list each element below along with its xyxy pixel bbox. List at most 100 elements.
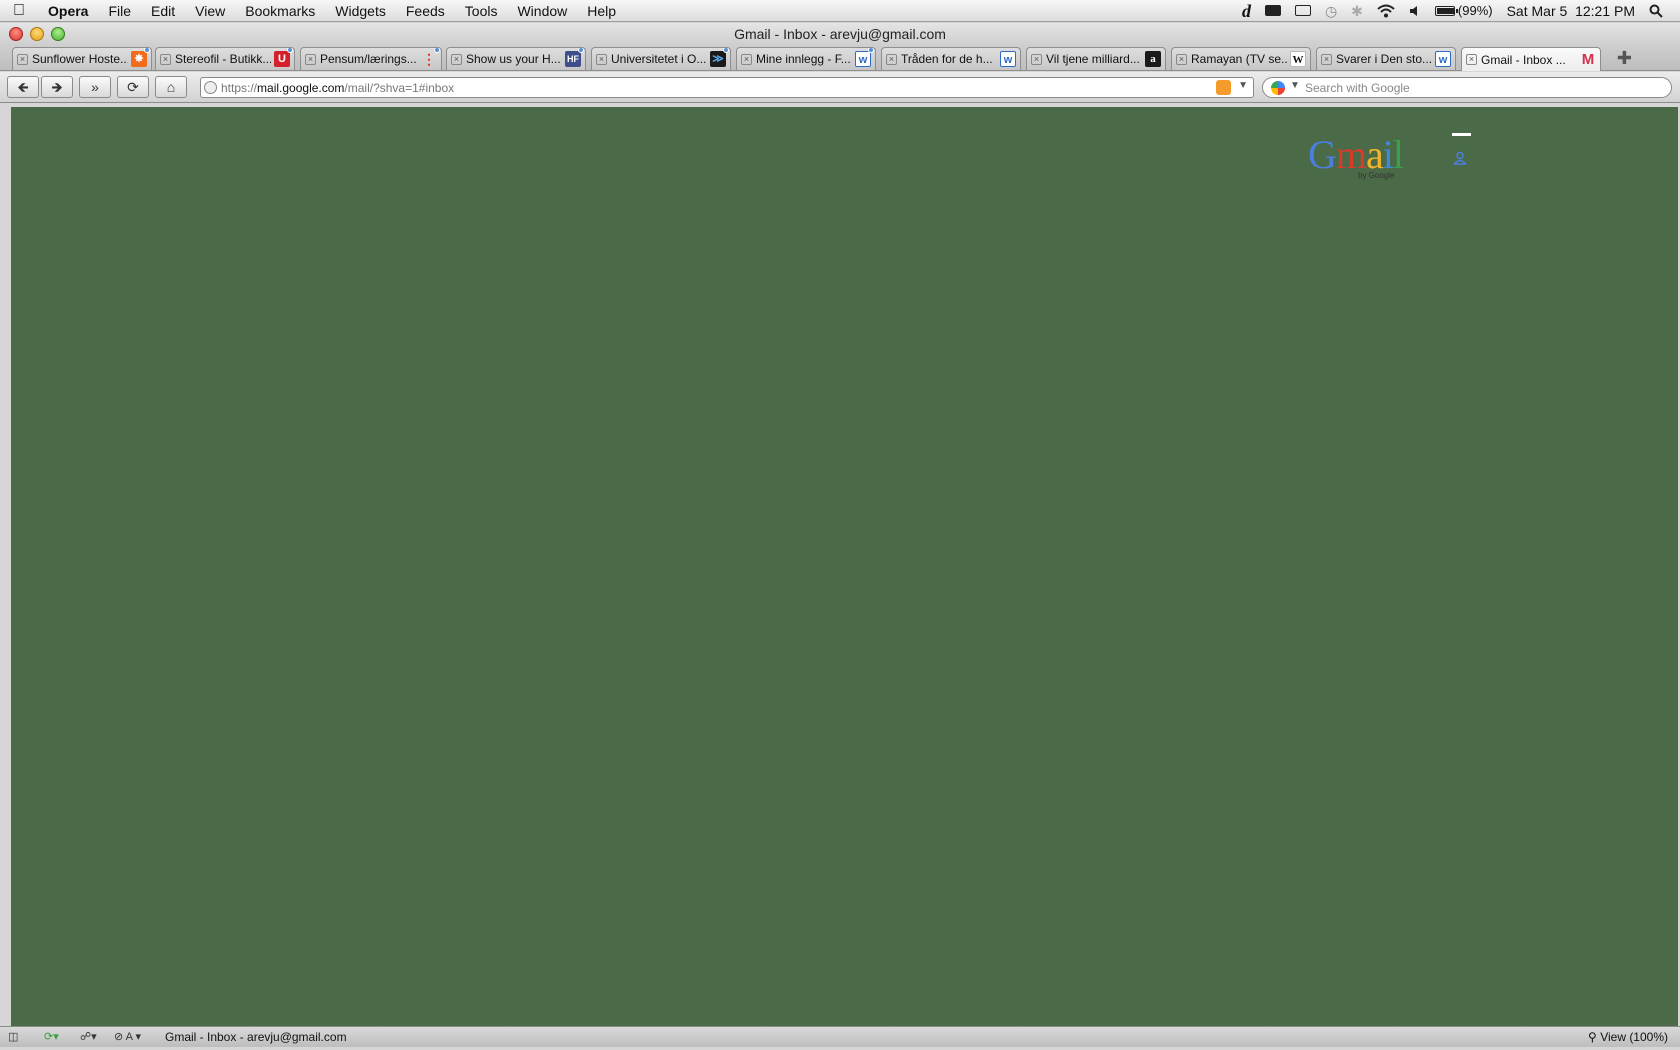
- tab-label: Pensum/lærings...: [320, 52, 417, 66]
- search-placeholder: Search with Google: [1305, 80, 1410, 95]
- keyboard-tray-icon[interactable]: [1288, 5, 1318, 16]
- chevron-down-icon[interactable]: ▼: [1290, 80, 1300, 91]
- home-button[interactable]: ⌂: [155, 76, 187, 98]
- new-tab-button[interactable]: ✚: [1617, 49, 1632, 67]
- zoom-label: View (100%): [1600, 1030, 1668, 1044]
- tab-loading-dot-icon: [434, 48, 440, 53]
- forum-favicon-icon: w: [855, 51, 871, 67]
- account-icon[interactable]: [1453, 151, 1467, 165]
- menu-file[interactable]: File: [98, 0, 141, 22]
- tab-loading-dot-icon: [287, 48, 293, 53]
- tab-label: Stereofil - Butikk...: [175, 52, 271, 66]
- tab-stereofil[interactable]: × Stereofil - Butikk... U: [155, 47, 295, 70]
- apple-menu-icon[interactable]: : [0, 0, 38, 22]
- battery-tray-icon[interactable]: (99%): [1428, 0, 1500, 22]
- tab-loading-dot-icon: [144, 48, 150, 53]
- tab-close-icon[interactable]: ×: [160, 53, 171, 65]
- tab-close-icon[interactable]: ×: [741, 53, 752, 65]
- reload-button[interactable]: ⟳: [117, 76, 149, 98]
- menu-feeds[interactable]: Feeds: [396, 0, 455, 22]
- gmail-logo[interactable]: Gmail: [1308, 135, 1404, 175]
- tab-svarer[interactable]: × Svarer i Den sto... w: [1316, 47, 1456, 70]
- volume-tray-icon[interactable]: [1402, 5, 1428, 17]
- menu-window[interactable]: Window: [507, 0, 577, 22]
- tab-ramayan[interactable]: × Ramayan (TV se... W: [1171, 47, 1311, 70]
- menu-edit[interactable]: Edit: [141, 0, 185, 22]
- uio-favicon-icon: ≫: [710, 51, 726, 67]
- spotlight-search-icon[interactable]: [1642, 4, 1670, 18]
- hf-favicon-icon: HF: [565, 51, 581, 67]
- tab-close-icon[interactable]: ×: [451, 53, 462, 65]
- url-path: /mail/?shva=1#inbox: [344, 80, 455, 95]
- dictionary-tray-icon[interactable]: d: [1235, 0, 1258, 22]
- tab-loading-dot-icon: [578, 48, 584, 53]
- back-button[interactable]: 🡸: [7, 76, 39, 98]
- search-field[interactable]: ▼ Search with Google: [1262, 77, 1672, 98]
- unite-icon[interactable]: ☍▾: [80, 1030, 97, 1045]
- menu-bookmarks[interactable]: Bookmarks: [235, 0, 325, 22]
- red-dots-favicon-icon: ⋮: [422, 51, 436, 67]
- tab-label: Ramayan (TV se...: [1191, 52, 1287, 66]
- tab-mine-innlegg[interactable]: × Mine innlegg - F... w: [736, 47, 876, 70]
- menu-opera[interactable]: Opera: [38, 0, 98, 22]
- arrow-right-icon: 🡺: [51, 79, 63, 95]
- turbo-icon[interactable]: ⊘ A ▾: [114, 1030, 141, 1045]
- globe-icon: [204, 81, 217, 94]
- menu-tools[interactable]: Tools: [455, 0, 508, 22]
- tab-label: Mine innlegg - F...: [756, 52, 851, 66]
- newspaper-favicon-icon: a: [1145, 51, 1161, 67]
- clock[interactable]: Sat Mar 5 12:21 PM: [1500, 0, 1642, 22]
- reload-icon: ⟳: [127, 79, 139, 95]
- tab-close-icon[interactable]: ×: [1466, 54, 1477, 65]
- forum-favicon-icon: w: [1000, 51, 1016, 67]
- window-close-button[interactable]: [9, 27, 23, 41]
- spaces-tray-icon[interactable]: [1258, 5, 1288, 16]
- window-zoom-button[interactable]: [51, 27, 65, 41]
- tab-pensum[interactable]: × Pensum/lærings... ⋮: [300, 47, 442, 70]
- arrow-left-icon: 🡸: [17, 79, 29, 95]
- tab-close-icon[interactable]: ×: [305, 53, 316, 65]
- tab-universitetet[interactable]: × Universitetet i O... ≫: [591, 47, 731, 70]
- tab-gmail-inbox[interactable]: × Gmail - Inbox ... M: [1461, 47, 1601, 71]
- status-bar: ◫ ⟳▾ ☍▾ ⊘ A ▾ Gmail - Inbox - arevju@gma…: [0, 1026, 1680, 1047]
- tab-close-icon[interactable]: ×: [1031, 53, 1042, 65]
- zoom-control[interactable]: ⚲ View (100%): [1588, 1030, 1668, 1045]
- panel-toggle-icon[interactable]: ◫: [8, 1030, 18, 1045]
- google-search-engine-icon[interactable]: [1271, 81, 1285, 95]
- tab-label: Svarer i Den sto...: [1336, 52, 1432, 66]
- fast-forward-button[interactable]: »: [79, 76, 111, 98]
- tab-sunflower-hostel[interactable]: × Sunflower Hoste... ✸: [12, 47, 152, 70]
- tab-close-icon[interactable]: ×: [886, 53, 897, 65]
- tab-close-icon[interactable]: ×: [1321, 53, 1332, 65]
- home-icon: ⌂: [166, 79, 176, 95]
- tab-close-icon[interactable]: ×: [1176, 53, 1187, 65]
- window-minimize-button[interactable]: [30, 27, 44, 41]
- sunburst-favicon-icon: ✸: [131, 51, 147, 67]
- tab-show-us-your[interactable]: × Show us your H... HF: [446, 47, 586, 70]
- tab-close-icon[interactable]: ×: [596, 53, 607, 65]
- system-menu-bar:  Opera File Edit View Bookmarks Widgets…: [0, 0, 1680, 22]
- zoom-icon: ⚲: [1588, 1030, 1597, 1044]
- tab-label: Tråden for de h...: [901, 52, 993, 66]
- rss-feed-icon[interactable]: [1216, 80, 1231, 95]
- header-divider: [1452, 133, 1471, 136]
- time-machine-tray-icon[interactable]: ◷: [1318, 0, 1344, 22]
- wifi-tray-icon[interactable]: [1370, 4, 1402, 18]
- sync-icon[interactable]: ⟳▾: [44, 1030, 59, 1045]
- tab-label: Universitetet i O...: [611, 52, 707, 66]
- tab-label: Show us your H...: [466, 52, 561, 66]
- address-field[interactable]: https://mail.google.com/mail/?shva=1#inb…: [200, 77, 1254, 98]
- tab-vil-tjene[interactable]: × Vil tjene milliard... a: [1026, 47, 1166, 70]
- bluetooth-tray-icon[interactable]: ✱: [1344, 0, 1370, 22]
- menu-help[interactable]: Help: [577, 0, 626, 22]
- chevron-down-icon[interactable]: ▼: [1238, 80, 1248, 91]
- forward-button[interactable]: 🡺: [41, 76, 73, 98]
- tab-traden[interactable]: × Tråden for de h... w: [881, 47, 1021, 70]
- tab-close-icon[interactable]: ×: [17, 53, 28, 65]
- wikipedia-favicon-icon: W: [1290, 51, 1306, 67]
- tab-label: Sunflower Hoste...: [32, 52, 128, 66]
- menu-view[interactable]: View: [185, 0, 235, 22]
- page-content: Gmail by Google: [11, 107, 1678, 1026]
- battery-percent: (99%): [1457, 2, 1493, 18]
- menu-widgets[interactable]: Widgets: [325, 0, 396, 22]
